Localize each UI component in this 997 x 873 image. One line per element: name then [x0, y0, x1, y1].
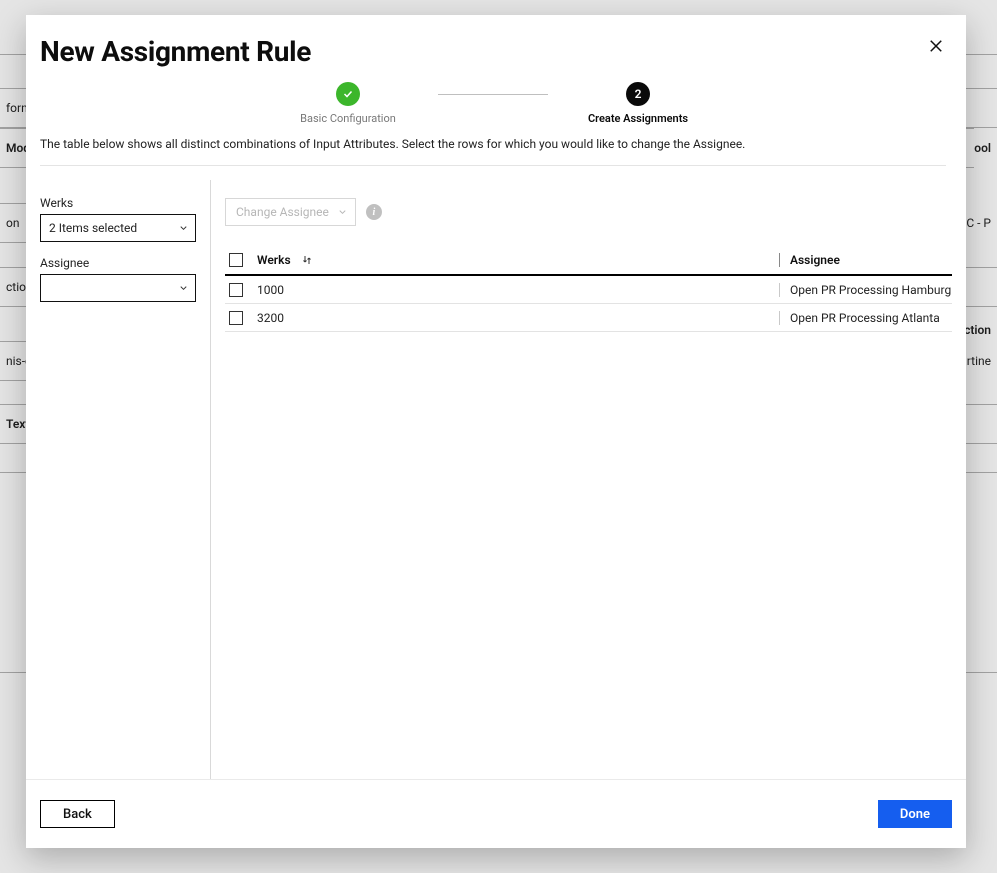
row-checkbox[interactable]: [229, 311, 243, 325]
stepper: Basic Configuration 2 Create Assignments: [40, 82, 946, 125]
cell-assignee-value: Open PR Processing Hamburg: [790, 283, 951, 297]
modal-description: The table below shows all distinct combi…: [40, 137, 946, 166]
chevron-down-icon: [178, 283, 189, 294]
step-done-icon: [336, 82, 360, 106]
main-panel: Change Assignee i Werks: [211, 180, 966, 779]
table-row[interactable]: 3200 Open PR Processing Atlanta: [225, 304, 952, 332]
table-header: Werks Assignee: [225, 246, 952, 276]
step-current-icon: 2: [626, 82, 650, 106]
header-checkbox-cell: [225, 253, 253, 267]
header-assignee-label: Assignee: [790, 253, 840, 267]
assignments-table: Werks Assignee 1000 Open PR Processing H: [225, 246, 952, 779]
close-button[interactable]: [924, 37, 948, 61]
done-button-label: Done: [900, 807, 930, 822]
cell-assignee-value: Open PR Processing Atlanta: [790, 311, 940, 325]
table-row[interactable]: 1000 Open PR Processing Hamburg: [225, 276, 952, 304]
header-werks-label: Werks: [257, 253, 291, 267]
done-button[interactable]: Done: [878, 800, 952, 828]
chevron-down-icon: [337, 207, 348, 218]
back-button[interactable]: Back: [40, 800, 115, 828]
step-label: Create Assignments: [588, 112, 688, 125]
header-werks[interactable]: Werks: [253, 253, 780, 267]
assignee-select[interactable]: [40, 274, 196, 302]
row-checkbox-cell: [225, 283, 253, 297]
header-assignee[interactable]: Assignee: [780, 253, 952, 267]
modal-footer: Back Done: [26, 779, 966, 848]
change-assignee-label: Change Assignee: [236, 205, 329, 219]
modal-title: New Assignment Rule: [40, 35, 946, 68]
modal-header: New Assignment Rule Basic Configuration …: [26, 15, 966, 180]
werks-label: Werks: [40, 196, 196, 210]
back-button-label: Back: [63, 807, 92, 822]
change-assignee-button[interactable]: Change Assignee: [225, 198, 356, 226]
assignee-label: Assignee: [40, 256, 196, 270]
info-icon[interactable]: i: [366, 204, 382, 220]
werks-select-value: 2 Items selected: [49, 221, 137, 235]
cell-assignee: Open PR Processing Atlanta: [780, 311, 952, 325]
filter-sidebar: Werks 2 Items selected Assignee: [26, 180, 211, 779]
sort-icon: [301, 254, 313, 266]
select-all-checkbox[interactable]: [229, 253, 243, 267]
cell-assignee: Open PR Processing Hamburg: [780, 283, 952, 297]
row-checkbox[interactable]: [229, 283, 243, 297]
step-connector: [438, 94, 548, 95]
cell-werks-value: 3200: [257, 311, 284, 325]
modal-new-assignment-rule: New Assignment Rule Basic Configuration …: [26, 15, 966, 848]
step-create-assignments[interactable]: 2 Create Assignments: [548, 82, 728, 125]
werks-select[interactable]: 2 Items selected: [40, 214, 196, 242]
step-label: Basic Configuration: [300, 112, 396, 125]
cell-werks: 1000: [253, 283, 780, 297]
row-checkbox-cell: [225, 311, 253, 325]
cell-werks: 3200: [253, 311, 780, 325]
main-toolbar: Change Assignee i: [225, 198, 952, 226]
cell-werks-value: 1000: [257, 283, 284, 297]
step-number: 2: [635, 87, 642, 101]
modal-body: Werks 2 Items selected Assignee Change A…: [26, 180, 966, 779]
close-icon: [927, 37, 945, 55]
chevron-down-icon: [178, 223, 189, 234]
step-basic-configuration[interactable]: Basic Configuration: [258, 82, 438, 125]
check-icon: [342, 88, 354, 100]
